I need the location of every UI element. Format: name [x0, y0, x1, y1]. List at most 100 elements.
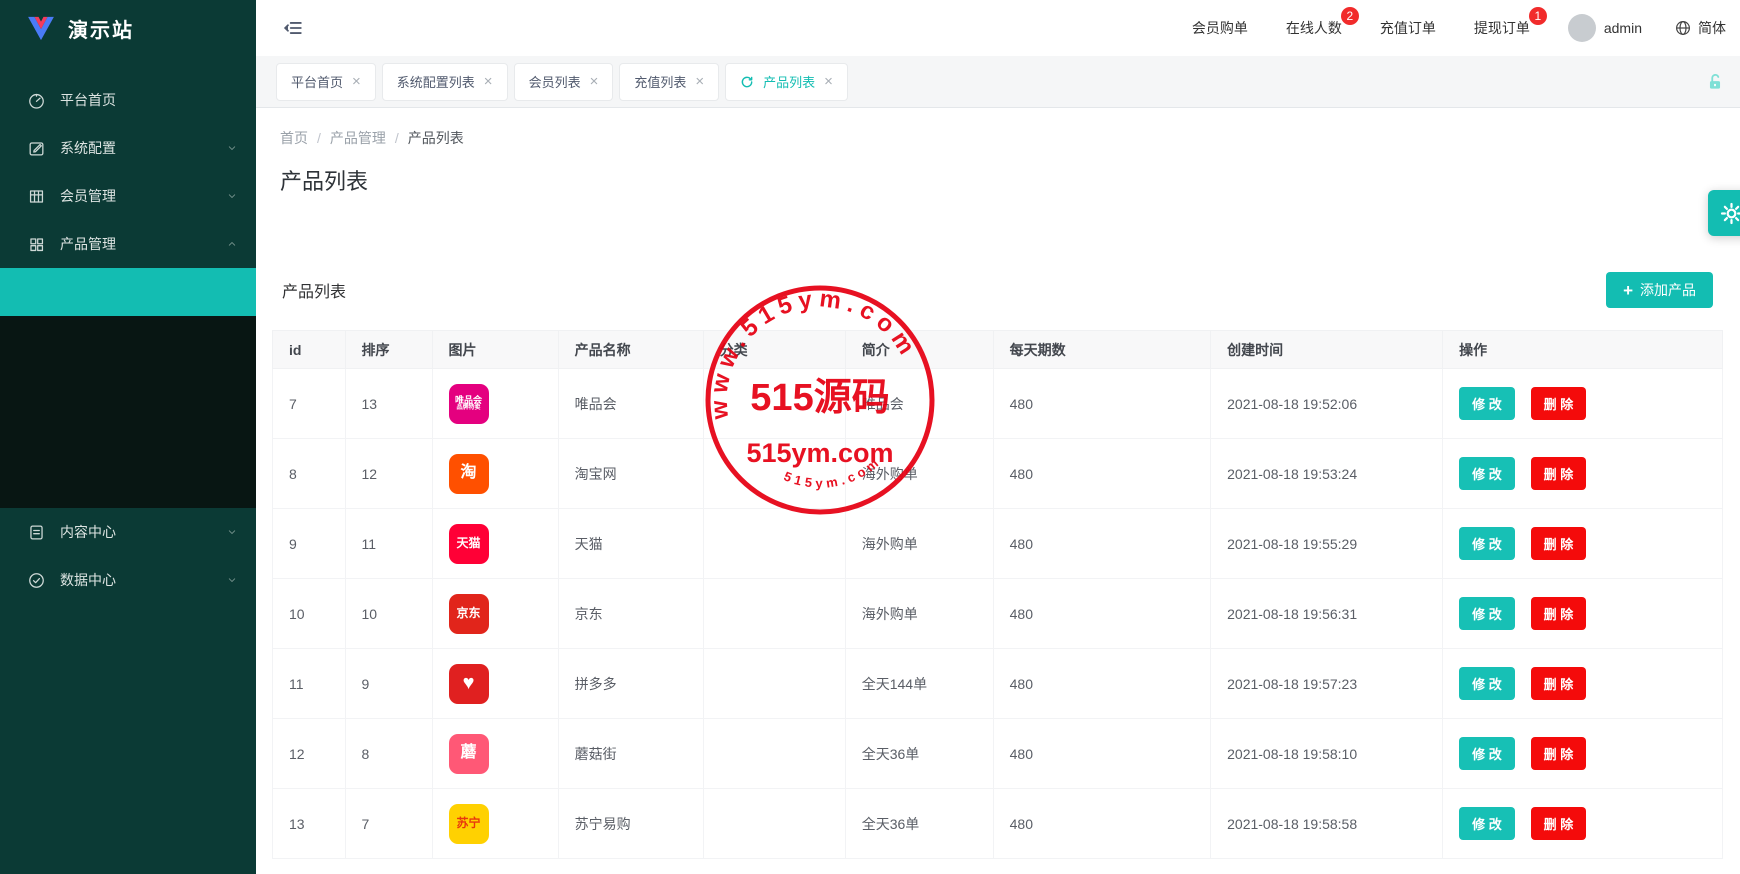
header-menu-item[interactable]: 在线人数 2	[1286, 18, 1342, 38]
column-header: 产品名称	[558, 331, 703, 369]
edit-button[interactable]: 修 改	[1459, 527, 1515, 560]
count-badge: 2	[1341, 7, 1359, 25]
delete-button[interactable]: 删 除	[1531, 457, 1587, 490]
delete-button[interactable]: 删 除	[1531, 667, 1587, 700]
delete-button[interactable]: 删 除	[1531, 597, 1587, 630]
tab[interactable]: 会员列表 ×	[514, 63, 614, 101]
header-menu-item[interactable]: 会员购单	[1192, 18, 1248, 38]
check-circle-icon	[26, 570, 46, 590]
tab-close-icon[interactable]: ×	[824, 74, 833, 89]
column-header: 操作	[1443, 331, 1723, 369]
unlock-icon[interactable]	[1704, 71, 1726, 93]
edit-button[interactable]: 修 改	[1459, 597, 1515, 630]
edit-button[interactable]: 修 改	[1459, 457, 1515, 490]
header-menu-item[interactable]: 充值订单	[1380, 18, 1436, 38]
product-image: 天猫	[449, 524, 489, 564]
sidebar-subitem[interactable]	[0, 316, 256, 364]
sidebar-item[interactable]: 产品管理	[0, 220, 256, 268]
tabs: 平台首页 × 系统配置列表 × 会员列表 × 充值列表 × 产品列表 ×	[276, 63, 854, 101]
menu-collapse-icon[interactable]	[276, 11, 310, 45]
document-icon	[26, 522, 46, 542]
chevron-down-icon	[226, 574, 238, 586]
edit-icon	[26, 138, 46, 158]
sidebar-item[interactable]: 系统配置	[0, 124, 256, 172]
topbar: 会员购单 在线人数 2 充值订单 提现订单 1 admin 简体	[256, 0, 1740, 56]
sidebar-item[interactable]: 会员管理	[0, 172, 256, 220]
tab[interactable]: 充值列表 ×	[619, 63, 719, 101]
column-header: 排序	[345, 331, 432, 369]
sidebar-group: 系统配置	[0, 124, 256, 172]
sidebar-item[interactable]: 内容中心	[0, 508, 256, 556]
sidebar-group: 平台首页	[0, 76, 256, 124]
user-menu[interactable]: admin	[1568, 14, 1642, 42]
card-title: 产品列表	[282, 278, 346, 302]
sidebar-group: 数据中心	[0, 556, 256, 604]
sidebar-group: 会员管理	[0, 172, 256, 220]
tab-close-icon[interactable]: ×	[695, 74, 704, 89]
tab-close-icon[interactable]: ×	[352, 74, 361, 89]
delete-button[interactable]: 删 除	[1531, 527, 1587, 560]
brand-name: 演示站	[68, 14, 134, 43]
edit-button[interactable]: 修 改	[1459, 807, 1515, 840]
breadcrumb-current: 产品列表	[408, 130, 464, 146]
column-header: 图片	[432, 331, 558, 369]
breadcrumb-link[interactable]: 首页	[280, 130, 308, 146]
plus-icon: +	[1623, 282, 1633, 299]
tab[interactable]: 系统配置列表 ×	[382, 63, 508, 101]
product-table: id排序图片产品名称分类简介每天期数创建时间操作 7 13 唯品会 品牌特卖 唯…	[272, 330, 1723, 859]
delete-button[interactable]: 删 除	[1531, 387, 1587, 420]
globe-icon	[1674, 19, 1692, 37]
breadcrumb-separator: /	[395, 130, 399, 146]
language-label: 简体	[1698, 18, 1726, 38]
avatar	[1568, 14, 1596, 42]
chevron-down-icon	[226, 190, 238, 202]
tab[interactable]: 产品列表 ×	[725, 63, 848, 101]
sidebar-submenu	[0, 268, 256, 508]
sidebar-subitem[interactable]	[0, 268, 256, 316]
product-image: 蘑	[449, 734, 489, 774]
delete-button[interactable]: 删 除	[1531, 737, 1587, 770]
add-product-button[interactable]: + 添加产品	[1606, 272, 1713, 308]
column-header: id	[273, 331, 346, 369]
product-image: ♥	[449, 664, 489, 704]
product-image: 唯品会 品牌特卖	[449, 384, 489, 424]
language-switcher[interactable]: 简体	[1674, 18, 1726, 38]
sidebar-subitem[interactable]	[0, 364, 256, 412]
edit-button[interactable]: 修 改	[1459, 667, 1515, 700]
table-icon	[26, 186, 46, 206]
sidebar-item[interactable]: 数据中心	[0, 556, 256, 604]
sidebar-subitem[interactable]	[0, 460, 256, 508]
count-badge: 1	[1529, 7, 1547, 25]
brand-logo: 演示站	[0, 0, 256, 56]
edit-button[interactable]: 修 改	[1459, 387, 1515, 420]
tab-close-icon[interactable]: ×	[484, 74, 493, 89]
sidebar-group: 产品管理	[0, 220, 256, 508]
column-header: 每天期数	[993, 331, 1211, 369]
chevron-down-icon	[226, 142, 238, 154]
product-image: 京东	[449, 594, 489, 634]
sidebar-item[interactable]: 平台首页	[0, 76, 256, 124]
sidebar-subitem[interactable]	[0, 412, 256, 460]
table-body: 7 13 唯品会 品牌特卖 唯品会 唯品会 480 2021-08-18 19:…	[273, 369, 1723, 859]
settings-gear-button[interactable]	[1708, 190, 1740, 236]
tab-close-icon[interactable]: ×	[590, 74, 599, 89]
table-row: 8 12 淘 淘宝网 海外购单 480 2021-08-18 19:53:24 …	[273, 439, 1723, 509]
username: admin	[1604, 20, 1642, 36]
edit-button[interactable]: 修 改	[1459, 737, 1515, 770]
delete-button[interactable]: 删 除	[1531, 807, 1587, 840]
product-image: 苏宁	[449, 804, 489, 844]
header-menu: 会员购单 在线人数 2 充值订单 提现订单 1	[1192, 18, 1530, 38]
breadcrumb-separator: /	[317, 130, 321, 146]
breadcrumb: 首页 / 产品管理 / 产品列表	[270, 128, 1725, 148]
header-menu-item[interactable]: 提现订单 1	[1474, 18, 1530, 38]
table-row: 13 7 苏宁 苏宁易购 全天36单 480 2021-08-18 19:58:…	[273, 789, 1723, 859]
app-window: 演示站 平台首页 系统配置 会员管理 产品管理	[0, 0, 1740, 874]
column-header: 分类	[703, 331, 845, 369]
refresh-icon[interactable]	[740, 75, 754, 89]
column-header: 简介	[845, 331, 993, 369]
product-list-card: 产品列表 + 添加产品 id排序图片产品名称分类简介每天期数创建时间操作 7 1…	[270, 272, 1725, 859]
tab[interactable]: 平台首页 ×	[276, 63, 376, 101]
page-content: 首页 / 产品管理 / 产品列表 产品列表 产品列表 + 添加产品 id排序图片产品名称…	[256, 108, 1740, 874]
gear-icon	[1718, 200, 1740, 227]
breadcrumb-link[interactable]: 产品管理	[330, 130, 386, 146]
